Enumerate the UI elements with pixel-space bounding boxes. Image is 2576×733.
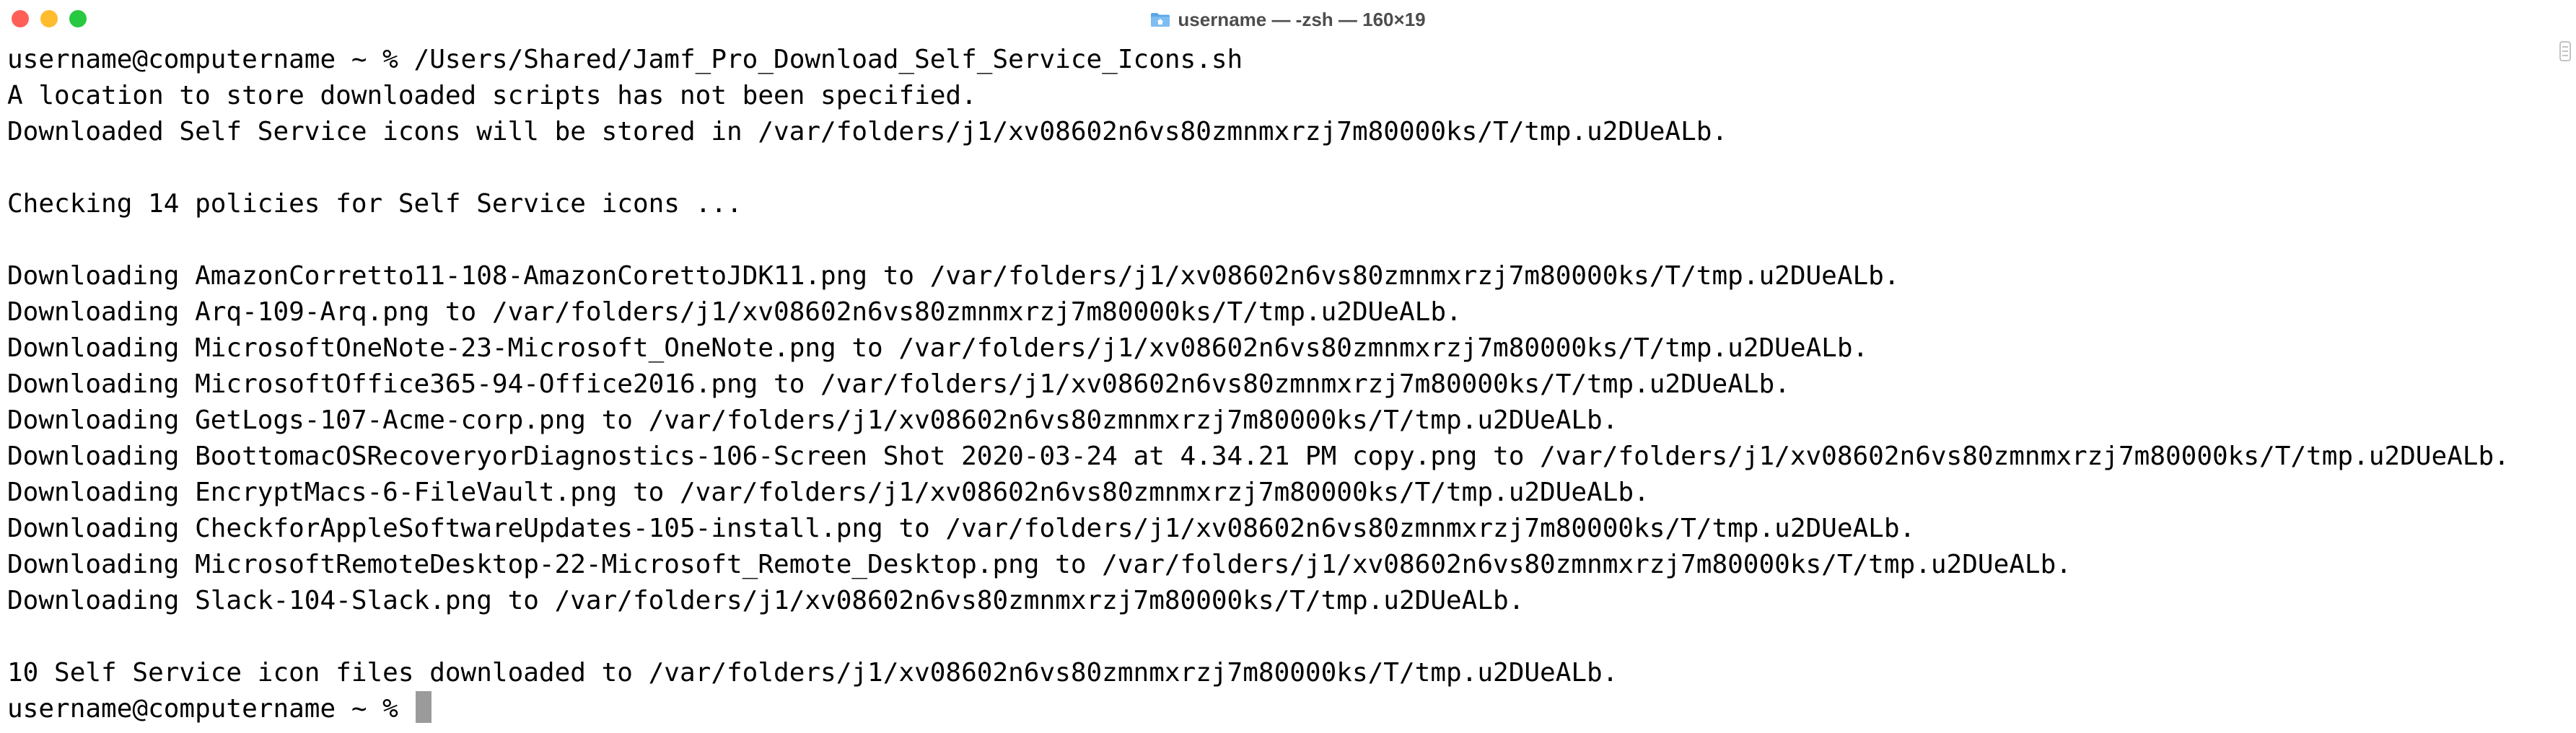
scroll-bar-icon[interactable] [2559, 40, 2572, 62]
text-cursor [415, 691, 431, 723]
terminal-output[interactable]: username@computername ~ % /Users/Shared/… [7, 42, 2547, 727]
terminal-line: Downloading CheckforAppleSoftwareUpdates… [7, 514, 1916, 543]
terminal-window: username — -zsh — 160×19 username@comput… [0, 0, 2576, 733]
title-bar[interactable]: username — -zsh — 160×19 [0, 0, 2576, 39]
terminal-line: username@computername ~ % /Users/Shared/… [7, 45, 1243, 74]
terminal-line: Checking 14 policies for Self Service ic… [7, 189, 742, 219]
prompt-line[interactable]: username@computername ~ % [7, 691, 2547, 727]
window-title: username — -zsh — 160×19 [1178, 8, 1426, 30]
terminal-line: Downloaded Self Service icons will be st… [7, 117, 1728, 146]
terminal-line: Downloading BoottomacOSRecoveryorDiagnos… [7, 442, 2510, 471]
terminal-line: Downloading AmazonCorretto11-108-AmazonC… [7, 261, 1900, 291]
terminal-line: Downloading MicrosoftOneNote-23-Microsof… [7, 333, 1869, 363]
terminal-line: Downloading Slack-104-Slack.png to /var/… [7, 586, 1525, 615]
window-title-group: username — -zsh — 160×19 [0, 0, 2576, 39]
terminal-line: A location to store downloaded scripts h… [7, 81, 977, 110]
shell-prompt: username@computername ~ % [7, 694, 414, 724]
terminal-line: Downloading EncryptMacs-6-FileVault.png … [7, 478, 1650, 507]
terminal-line: Downloading GetLogs-107-Acme-corp.png to… [7, 405, 1618, 435]
home-folder-icon [1151, 13, 1170, 27]
terminal-line: 10 Self Service icon files downloaded to… [7, 658, 1618, 688]
terminal-line: Downloading MicrosoftOffice365-94-Office… [7, 369, 1790, 399]
terminal-line: Downloading MicrosoftRemoteDesktop-22-Mi… [7, 550, 2072, 579]
terminal-line: Downloading Arq-109-Arq.png to /var/fold… [7, 297, 1462, 327]
